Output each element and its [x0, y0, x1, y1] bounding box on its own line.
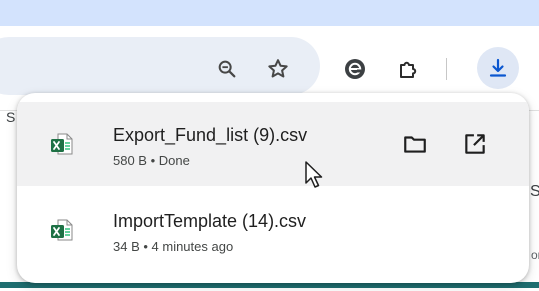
page-text-fragment-right: S: [530, 183, 539, 200]
download-file-name: Export_Fund_list (9).csv: [113, 125, 308, 145]
excel-csv-icon: [50, 132, 74, 156]
download-status: 34 B • 4 minutes ago: [113, 239, 234, 254]
open-external-icon: [462, 131, 488, 157]
mouse-pointer-icon: [304, 160, 326, 190]
page-text-fragment: S: [6, 109, 16, 125]
excel-csv-icon: [50, 218, 74, 242]
extensions-puzzle-icon[interactable]: [392, 53, 424, 85]
tab-strip: [0, 0, 539, 26]
downloads-bubble: Export_Fund_list (9).csv 580 B • Done Im…: [17, 93, 529, 283]
page-text-fragment-small: or: [531, 248, 539, 262]
download-icon: [486, 56, 510, 80]
extension-e-icon[interactable]: [340, 54, 370, 84]
download-item[interactable]: Export_Fund_list (9).csv 580 B • Done: [17, 102, 529, 186]
zoom-icon[interactable]: [212, 54, 242, 84]
download-file-name: ImportTemplate (14).csv: [113, 211, 307, 231]
folder-icon: [402, 131, 428, 157]
bookmark-star-icon[interactable]: [263, 54, 293, 84]
download-status: 580 B • Done: [113, 153, 190, 168]
download-button[interactable]: [477, 47, 519, 89]
show-in-folder-button[interactable]: [399, 128, 431, 160]
open-file-button[interactable]: [459, 128, 491, 160]
toolbar-separator: [446, 58, 447, 80]
download-item[interactable]: ImportTemplate (14).csv 34 B • 4 minutes…: [17, 188, 529, 272]
